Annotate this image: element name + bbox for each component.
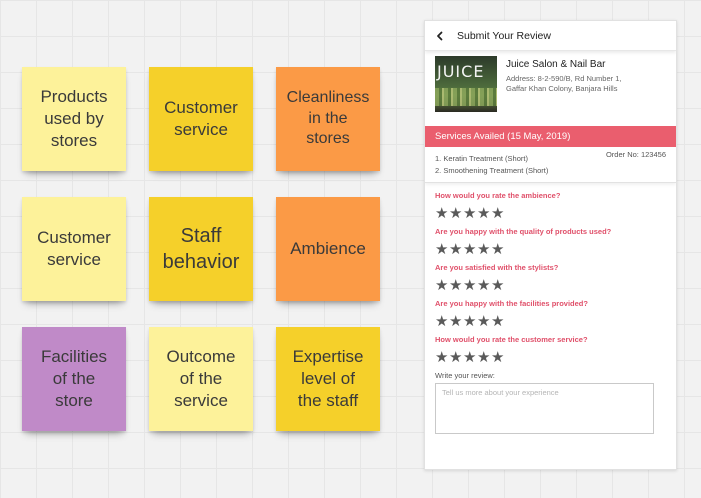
star-rating[interactable]: ★ ★ ★ ★ ★	[435, 241, 666, 257]
note-line: in the	[308, 109, 348, 127]
sticky-note-products[interactable]: Products used by stores	[22, 67, 126, 171]
services-list: 1. Keratin Treatment (Short) 2. Smoothen…	[425, 147, 676, 183]
star-icon[interactable]: ★	[463, 241, 477, 257]
question-text: Are you satisfied with the stylists?	[435, 263, 559, 272]
question-text: Are you happy with the quality of produc…	[435, 227, 612, 236]
question-text: Are you happy with the facilities provid…	[435, 299, 588, 308]
question-facilities: Are you happy with the facilities provid…	[435, 299, 666, 329]
sticky-note-facilities[interactable]: Facilities of the store	[22, 327, 126, 431]
question-ambience: How would you rate the ambience? ★ ★ ★ ★…	[435, 191, 666, 221]
star-rating[interactable]: ★ ★ ★ ★ ★	[435, 313, 666, 329]
sticky-note-outcome[interactable]: Outcome of the service	[149, 327, 253, 431]
review-header: Submit Your Review	[425, 21, 676, 51]
note-line: of the	[52, 368, 96, 388]
star-icon[interactable]: ★	[463, 349, 477, 365]
note-line: behavior	[162, 251, 240, 273]
star-icon[interactable]: ★	[491, 349, 505, 365]
star-icon[interactable]: ★	[435, 205, 449, 221]
star-icon[interactable]: ★	[435, 349, 449, 365]
services-header: Services Availed (15 May, 2019)	[425, 126, 676, 147]
sticky-note-staff-behavior[interactable]: Staff behavior	[149, 197, 253, 301]
star-icon[interactable]: ★	[491, 313, 505, 329]
review-textarea[interactable]	[435, 383, 654, 434]
note-line: Facilities	[40, 346, 108, 366]
review-label: Write your review:	[435, 371, 495, 380]
salon-info: Juice Salon & Nail Bar Address: 8-2-590/…	[506, 56, 646, 117]
note-line: of the	[179, 368, 223, 388]
star-rating[interactable]: ★ ★ ★ ★ ★	[435, 349, 666, 365]
review-panel: Submit Your Review JUICE Juice Salon & N…	[424, 20, 677, 470]
salon-card: JUICE Juice Salon & Nail Bar Address: 8-…	[425, 51, 676, 117]
note-line: Customer	[164, 97, 238, 117]
question-text: How would you rate the ambience?	[435, 191, 561, 200]
star-icon[interactable]: ★	[449, 205, 463, 221]
note-line: Cleanliness	[286, 88, 370, 106]
address-line: Address: 8-2-590/B, Rd Number 1,	[506, 74, 622, 83]
note-line: level of	[301, 368, 355, 388]
note-line: Ambience	[290, 238, 366, 258]
note-line: Customer	[37, 227, 111, 247]
question-products: Are you happy with the quality of produc…	[435, 227, 666, 257]
star-icon[interactable]: ★	[435, 241, 449, 257]
star-icon[interactable]: ★	[435, 277, 449, 293]
sticky-note-cleanliness[interactable]: Cleanliness in the stores	[276, 67, 380, 171]
sticky-note-customer-service[interactable]: Customer service	[149, 67, 253, 171]
star-rating[interactable]: ★ ★ ★ ★ ★	[435, 205, 666, 221]
note-line: stores	[306, 130, 350, 148]
note-line: used by	[44, 108, 104, 128]
note-line: Expertise	[292, 346, 364, 366]
chevron-left-icon[interactable]	[435, 29, 449, 43]
note-line: Outcome	[166, 346, 236, 366]
note-line: stores	[50, 131, 98, 151]
order-number: Order No: 123456	[605, 150, 666, 159]
star-icon[interactable]: ★	[477, 277, 491, 293]
star-icon[interactable]: ★	[449, 277, 463, 293]
note-line: Staff	[180, 225, 222, 247]
salon-logo: JUICE	[435, 56, 497, 112]
star-icon[interactable]: ★	[463, 313, 477, 329]
star-icon[interactable]: ★	[449, 313, 463, 329]
question-text: How would you rate the customer service?	[435, 335, 588, 344]
address-line: Gaffar Khan Colony, Banjara Hills	[506, 84, 618, 94]
star-icon[interactable]: ★	[491, 277, 505, 293]
star-icon[interactable]: ★	[477, 241, 491, 257]
sticky-note-ambience[interactable]: Ambience	[276, 197, 380, 301]
note-line: service	[174, 120, 228, 139]
note-line: service	[174, 391, 228, 411]
star-icon[interactable]: ★	[491, 241, 505, 257]
star-icon[interactable]: ★	[435, 313, 449, 329]
salon-logo-text: JUICE	[437, 62, 485, 81]
note-line: store	[55, 391, 93, 411]
logo-foliage	[435, 88, 497, 106]
star-icon[interactable]: ★	[477, 313, 491, 329]
salon-address: Address: 8-2-590/B, Rd Number 1, Gaffar …	[506, 74, 646, 94]
rating-questions: How would you rate the ambience? ★ ★ ★ ★…	[425, 183, 676, 434]
star-icon[interactable]: ★	[463, 205, 477, 221]
star-icon[interactable]: ★	[477, 349, 491, 365]
star-icon[interactable]: ★	[463, 277, 477, 293]
star-icon[interactable]: ★	[477, 205, 491, 221]
page-title: Submit Your Review	[457, 29, 551, 42]
question-stylists: Are you satisfied with the stylists? ★ ★…	[435, 263, 666, 293]
star-icon[interactable]: ★	[449, 349, 463, 365]
note-line: the staff	[297, 391, 359, 411]
service-item: 2. Smoothening Treatment (Short)	[435, 165, 549, 175]
star-icon[interactable]: ★	[491, 205, 505, 221]
star-rating[interactable]: ★ ★ ★ ★ ★	[435, 277, 666, 293]
star-icon[interactable]: ★	[449, 241, 463, 257]
note-line: service	[47, 250, 101, 269]
sticky-note-expertise[interactable]: Expertise level of the staff	[276, 327, 380, 431]
salon-name: Juice Salon & Nail Bar	[506, 59, 606, 70]
question-customer-service: How would you rate the customer service?…	[435, 335, 666, 365]
sticky-note-customer-service-2[interactable]: Customer service	[22, 197, 126, 301]
note-line: Products	[40, 86, 108, 106]
